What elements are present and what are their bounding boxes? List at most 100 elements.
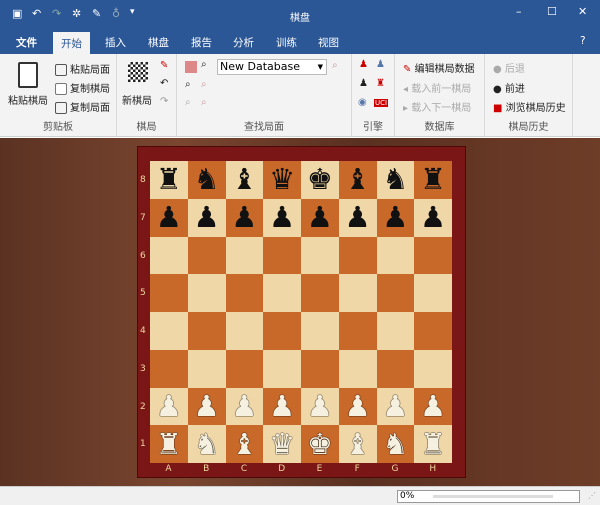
square-c6[interactable] bbox=[225, 236, 264, 275]
clipboard-icon[interactable] bbox=[18, 62, 38, 88]
black-knight-piece[interactable]: ♞ bbox=[194, 165, 220, 194]
white-rook-piece[interactable]: ♜ bbox=[420, 429, 446, 459]
square-a3[interactable] bbox=[150, 349, 188, 388]
square-g1[interactable]: ♞ bbox=[376, 425, 415, 463]
square-a2[interactable]: ♟ bbox=[150, 387, 188, 426]
engine-icon-3[interactable]: ♜ bbox=[376, 78, 385, 89]
white-pawn-piece[interactable]: ♟ bbox=[382, 391, 408, 421]
square-e2[interactable]: ♟ bbox=[301, 387, 339, 426]
copy-game-button[interactable]: 复制棋局 bbox=[55, 80, 110, 95]
square-d1[interactable]: ♛ bbox=[263, 425, 301, 463]
square-d4[interactable] bbox=[263, 312, 301, 350]
square-a4[interactable] bbox=[150, 312, 188, 350]
white-pawn-piece[interactable]: ♟ bbox=[156, 391, 182, 421]
engine-icon[interactable]: ♟ bbox=[359, 59, 368, 70]
square-g3[interactable] bbox=[376, 349, 415, 388]
tab-insert[interactable]: 插入 bbox=[105, 35, 126, 50]
square-b1[interactable]: ♞ bbox=[187, 425, 226, 463]
square-g7[interactable]: ♟ bbox=[376, 198, 415, 237]
square-f5[interactable] bbox=[338, 274, 377, 312]
square-g4[interactable] bbox=[376, 312, 415, 350]
square-e6[interactable] bbox=[301, 236, 339, 275]
square-e1[interactable]: ♚ bbox=[301, 425, 339, 463]
search-icon[interactable]: ⌕ bbox=[201, 59, 207, 70]
board-search-icon[interactable] bbox=[185, 61, 197, 73]
load-previous-game-button[interactable]: ◂ 载入前一棋局 bbox=[403, 80, 471, 95]
square-h6[interactable] bbox=[414, 236, 452, 275]
square-b7[interactable]: ♟ bbox=[187, 198, 226, 237]
white-pawn-piece[interactable]: ♟ bbox=[345, 391, 371, 421]
white-pawn-piece[interactable]: ♟ bbox=[194, 391, 220, 421]
white-rook-piece[interactable]: ♜ bbox=[156, 429, 182, 459]
square-f4[interactable] bbox=[338, 312, 377, 350]
square-c8[interactable]: ♝ bbox=[225, 161, 264, 199]
minimize-button[interactable]: – bbox=[516, 5, 522, 18]
square-h2[interactable]: ♟ bbox=[414, 387, 452, 426]
square-d7[interactable]: ♟ bbox=[263, 198, 301, 237]
close-button[interactable]: ✕ bbox=[578, 5, 587, 18]
filter-icon[interactable]: ⌕ bbox=[332, 60, 338, 71]
search-db-icon[interactable]: ⌕ bbox=[185, 79, 191, 90]
white-pawn-piece[interactable]: ♟ bbox=[307, 391, 333, 421]
square-e3[interactable] bbox=[301, 349, 339, 388]
square-b6[interactable] bbox=[187, 236, 226, 275]
square-h5[interactable] bbox=[414, 274, 452, 312]
forward-button[interactable]: ● 前进 bbox=[493, 80, 525, 95]
square-f6[interactable] bbox=[338, 236, 377, 275]
back-button[interactable]: ● 后退 bbox=[493, 60, 525, 75]
white-pawn-piece[interactable]: ♟ bbox=[231, 391, 257, 421]
square-g2[interactable]: ♟ bbox=[376, 387, 415, 426]
square-b3[interactable] bbox=[187, 349, 226, 388]
square-e5[interactable] bbox=[301, 274, 339, 312]
copy-position-button[interactable]: 复制局面 bbox=[55, 99, 110, 114]
tab-file[interactable]: 文件 bbox=[16, 35, 37, 50]
square-c5[interactable] bbox=[225, 274, 264, 312]
tab-home[interactable]: 开始 bbox=[53, 32, 90, 54]
square-g8[interactable]: ♞ bbox=[376, 161, 415, 199]
square-e7[interactable]: ♟ bbox=[301, 198, 339, 237]
engine-icon-2[interactable]: ♟ bbox=[359, 78, 368, 89]
black-pawn-piece[interactable]: ♟ bbox=[269, 203, 295, 232]
paste-game-button[interactable]: 粘贴棋局 bbox=[8, 92, 48, 107]
white-bishop-piece[interactable]: ♝ bbox=[345, 429, 371, 459]
resize-grip-icon[interactable]: ⋰ bbox=[588, 491, 596, 500]
white-knight-piece[interactable]: ♞ bbox=[194, 429, 220, 459]
redo-move-icon[interactable]: ↷ bbox=[160, 96, 168, 107]
white-king-piece[interactable]: ♚ bbox=[307, 429, 333, 459]
black-rook-piece[interactable]: ♜ bbox=[420, 165, 446, 194]
square-d8[interactable]: ♛ bbox=[263, 161, 301, 199]
square-a8[interactable]: ♜ bbox=[150, 161, 188, 199]
square-c1[interactable]: ♝ bbox=[225, 425, 264, 463]
square-h3[interactable] bbox=[414, 349, 452, 388]
search-icon-4[interactable]: ⌕ bbox=[201, 97, 207, 108]
black-rook-piece[interactable]: ♜ bbox=[156, 165, 182, 194]
engine-view-icon[interactable]: ◉ bbox=[358, 97, 367, 108]
square-c7[interactable]: ♟ bbox=[225, 198, 264, 237]
square-a6[interactable] bbox=[150, 236, 188, 275]
search-icon-2[interactable]: ⌕ bbox=[201, 79, 207, 90]
square-b4[interactable] bbox=[187, 312, 226, 350]
database-select[interactable]: New Database ▼ bbox=[217, 59, 327, 75]
square-d5[interactable] bbox=[263, 274, 301, 312]
square-b2[interactable]: ♟ bbox=[187, 387, 226, 426]
tab-view[interactable]: 视图 bbox=[318, 35, 339, 50]
black-king-piece[interactable]: ♚ bbox=[307, 165, 333, 194]
square-f1[interactable]: ♝ bbox=[338, 425, 377, 463]
black-queen-piece[interactable]: ♛ bbox=[269, 165, 295, 194]
square-a5[interactable] bbox=[150, 274, 188, 312]
square-b8[interactable]: ♞ bbox=[187, 161, 226, 199]
square-c3[interactable] bbox=[225, 349, 264, 388]
square-f3[interactable] bbox=[338, 349, 377, 388]
square-h8[interactable]: ♜ bbox=[414, 161, 452, 199]
square-h1[interactable]: ♜ bbox=[414, 425, 452, 463]
engine-settings-icon[interactable]: ♟ bbox=[376, 59, 385, 70]
square-e8[interactable]: ♚ bbox=[301, 161, 339, 199]
tab-board[interactable]: 棋盘 bbox=[148, 35, 169, 50]
edit-icon[interactable]: ✎ bbox=[160, 60, 168, 71]
tab-analysis[interactable]: 分析 bbox=[233, 35, 254, 50]
square-d3[interactable] bbox=[263, 349, 301, 388]
square-d6[interactable] bbox=[263, 236, 301, 275]
square-g6[interactable] bbox=[376, 236, 415, 275]
white-bishop-piece[interactable]: ♝ bbox=[231, 429, 257, 459]
square-a1[interactable]: ♜ bbox=[150, 425, 188, 463]
